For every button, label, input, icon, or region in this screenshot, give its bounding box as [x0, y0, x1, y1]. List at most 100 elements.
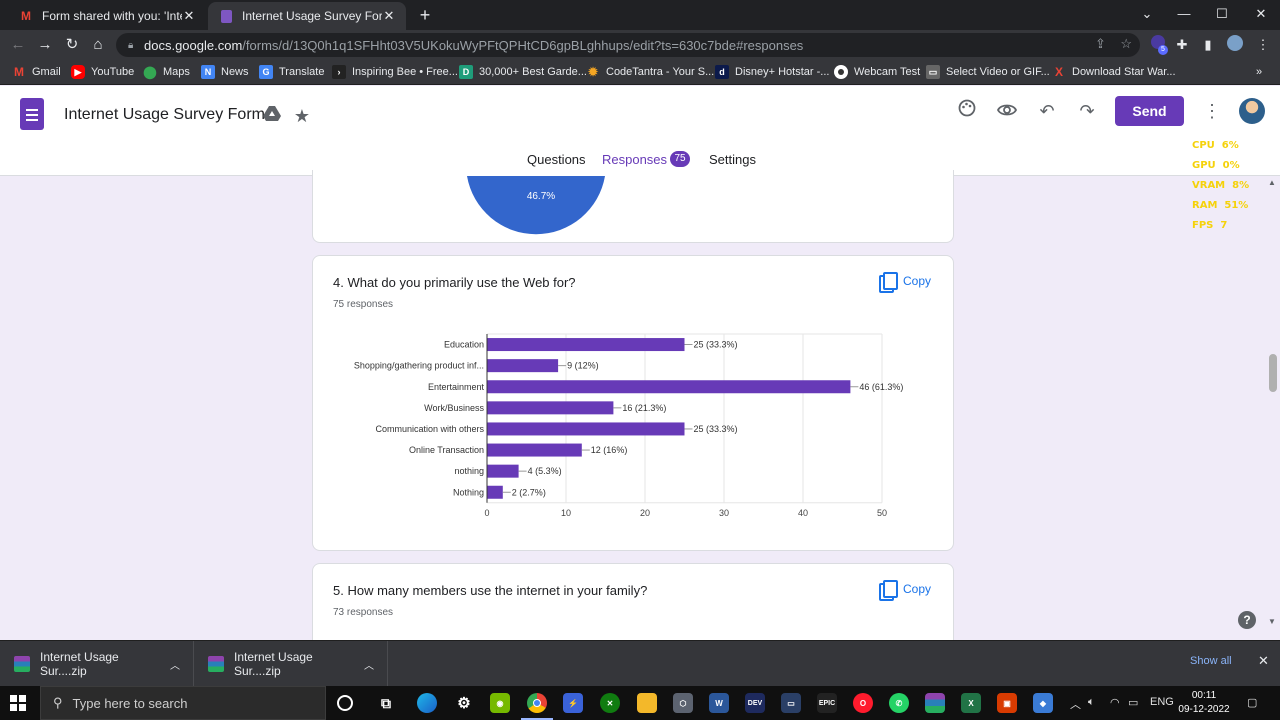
google-forms-logo-icon[interactable]	[20, 98, 44, 130]
form-title[interactable]: Internet Usage Survey Form	[64, 106, 265, 124]
category-label: Nothing	[453, 487, 484, 497]
edge-icon[interactable]	[417, 693, 437, 713]
app-icon-2[interactable]: ◆	[1033, 693, 1053, 713]
bookmark-webcam-test[interactable]: Webcam Test	[834, 63, 920, 81]
share-and-bookmark-icons[interactable]: ⇪ ☆	[1095, 36, 1132, 52]
bookmark-maps[interactable]: ⬤ Maps	[143, 63, 190, 81]
devcpp-icon[interactable]: DEV	[745, 693, 765, 713]
bookmark-gmail[interactable]: M Gmail	[12, 63, 61, 81]
preview-eye-icon[interactable]	[995, 99, 1019, 123]
browser-tab-gmail[interactable]: M Form shared with you: 'Internet U ✕	[8, 2, 206, 30]
copy-chart-button[interactable]: Copy	[878, 272, 931, 293]
minimize-button[interactable]: —	[1165, 0, 1203, 28]
bookmark-hotstar[interactable]: d Disney+ Hotstar -...	[715, 63, 829, 81]
bookmark-news[interactable]: N News	[201, 63, 249, 81]
forms-icon	[218, 8, 234, 24]
taskbar-search-box[interactable]: ⚲ Type here to search	[40, 686, 326, 720]
home-button[interactable]: ⌂	[86, 33, 110, 57]
move-to-drive-icon[interactable]	[260, 104, 284, 128]
scroll-down-arrow[interactable]: ▼	[1268, 617, 1276, 626]
wifi-icon[interactable]: ◠	[1110, 696, 1120, 709]
extension-icon[interactable]: 5	[1148, 35, 1168, 55]
bookmark-youtube[interactable]: ▶ YouTube	[71, 63, 134, 81]
more-bookmarks-icon[interactable]: »	[1256, 63, 1262, 81]
forward-button[interactable]: →	[33, 33, 57, 57]
xbox-icon[interactable]: ✕	[600, 693, 620, 713]
garden-icon: D	[459, 65, 473, 79]
customize-theme-icon[interactable]	[955, 99, 979, 123]
bookmark-select-video[interactable]: ▭ Select Video or GIF...	[926, 63, 1050, 81]
copy-chart-button[interactable]: Copy	[878, 580, 931, 601]
bookmark-star-wars[interactable]: X Download Star War...	[1052, 63, 1176, 81]
tab-title: Form shared with you: 'Internet U	[42, 9, 182, 23]
show-hidden-icons-chevron[interactable]: ︿	[1070, 696, 1081, 712]
side-panel-icon[interactable]: ▮	[1198, 35, 1218, 55]
nvidia-icon[interactable]: ◉	[490, 693, 510, 713]
whatsapp-icon[interactable]: ✆	[889, 693, 909, 713]
new-tab-button[interactable]: +	[414, 4, 436, 26]
scroll-up-arrow[interactable]: ▲	[1268, 178, 1276, 187]
app-icon[interactable]: ▣	[997, 693, 1017, 713]
chevron-up-icon[interactable]: ︿	[165, 657, 185, 672]
category-label: Online Transaction	[409, 445, 484, 455]
word-icon[interactable]: W	[709, 693, 729, 713]
app-cube-icon[interactable]: ⬡	[673, 693, 693, 713]
volume-icon[interactable]: 🔈︎	[1088, 696, 1095, 709]
bookmarks-bar: M Gmail ▶ YouTube ⬤ Maps N News G Translate ›…	[0, 59, 1280, 85]
send-button[interactable]: Send	[1115, 96, 1184, 126]
category-label: Shopping/gathering product inf...	[354, 361, 484, 371]
user-avatar[interactable]	[1239, 98, 1265, 124]
system-clock[interactable]: 00:11 09-12-2022	[1174, 689, 1234, 717]
maximize-button[interactable]: ☐	[1203, 0, 1241, 28]
profile-avatar[interactable]	[1225, 35, 1245, 55]
winrar-icon[interactable]	[925, 693, 945, 713]
close-window-button[interactable]: ✕	[1242, 0, 1280, 28]
chevron-up-icon[interactable]: ︿	[359, 657, 379, 672]
download-item[interactable]: Internet Usage Sur....zip ︿	[194, 641, 388, 687]
browser-menu-icon[interactable]: ⋮	[1253, 35, 1273, 55]
x-tick-label: 20	[640, 508, 650, 518]
file-explorer-icon[interactable]	[637, 693, 657, 713]
x-tick-label: 10	[561, 508, 571, 518]
tab-settings[interactable]: Settings	[709, 152, 756, 167]
star-icon[interactable]: ★	[290, 104, 314, 128]
settings-gear-icon[interactable]: ⚙	[454, 693, 474, 713]
opera-icon[interactable]: O	[853, 693, 873, 713]
monitor-app-icon[interactable]: ▭	[781, 693, 801, 713]
close-tab-icon[interactable]: ✕	[382, 8, 396, 24]
redo-icon[interactable]: ↷	[1075, 99, 1099, 123]
more-options-icon[interactable]: ⋮	[1200, 99, 1224, 123]
puzzle-extensions-icon[interactable]: ✚	[1172, 35, 1192, 55]
mobaxterm-icon[interactable]: ⚡	[563, 693, 583, 713]
epic-games-icon[interactable]: EPIC	[817, 693, 837, 713]
bookmark-gardens[interactable]: D 30,000+ Best Garde...	[459, 63, 587, 81]
lock-icon[interactable]: 🔒︎	[128, 40, 144, 51]
windows-start-icon[interactable]	[10, 695, 26, 711]
bookmark-translate[interactable]: G Translate	[259, 63, 324, 81]
url-path: /forms/d/13Q0h1q1SFHht03V5UKokuWyPFtQPHt…	[242, 37, 804, 53]
close-downloads-icon[interactable]: ✕	[1258, 653, 1269, 669]
tab-questions[interactable]: Questions	[527, 152, 586, 167]
task-view-icon[interactable]: ⧉	[376, 693, 396, 713]
browser-tab-forms[interactable]: Internet Usage Survey Form - Go ✕	[208, 2, 406, 30]
download-item[interactable]: Internet Usage Sur....zip ︿	[0, 641, 194, 687]
show-all-downloads-button[interactable]: Show all	[1190, 655, 1232, 667]
bookmark-codetantra[interactable]: ✹ CodeTantra - Your S...	[586, 63, 714, 81]
back-button[interactable]: ←	[6, 33, 30, 57]
address-bar[interactable]: 🔒︎ docs.google.com /forms/d/13Q0h1q1SFHh…	[116, 33, 1140, 57]
help-icon[interactable]: ?	[1238, 611, 1256, 629]
bar	[487, 359, 559, 373]
notification-icon[interactable]: ▢	[1247, 696, 1257, 709]
undo-icon[interactable]: ↶	[1035, 99, 1059, 123]
cortana-icon[interactable]	[337, 695, 353, 711]
chrome-icon[interactable]	[527, 693, 547, 713]
tab-search-icon[interactable]: ⌄	[1128, 0, 1166, 28]
battery-icon[interactable]: ▭	[1128, 696, 1138, 709]
bookmark-inspiring-bee[interactable]: › Inspiring Bee • Free...	[332, 63, 458, 81]
tab-responses[interactable]: Responses	[602, 152, 667, 167]
reload-button[interactable]: ↻	[60, 33, 84, 57]
language-indicator[interactable]: ENG	[1150, 696, 1174, 708]
excel-icon[interactable]: X	[961, 693, 981, 713]
close-tab-icon[interactable]: ✕	[182, 8, 196, 24]
scrollbar-thumb[interactable]	[1269, 354, 1277, 392]
